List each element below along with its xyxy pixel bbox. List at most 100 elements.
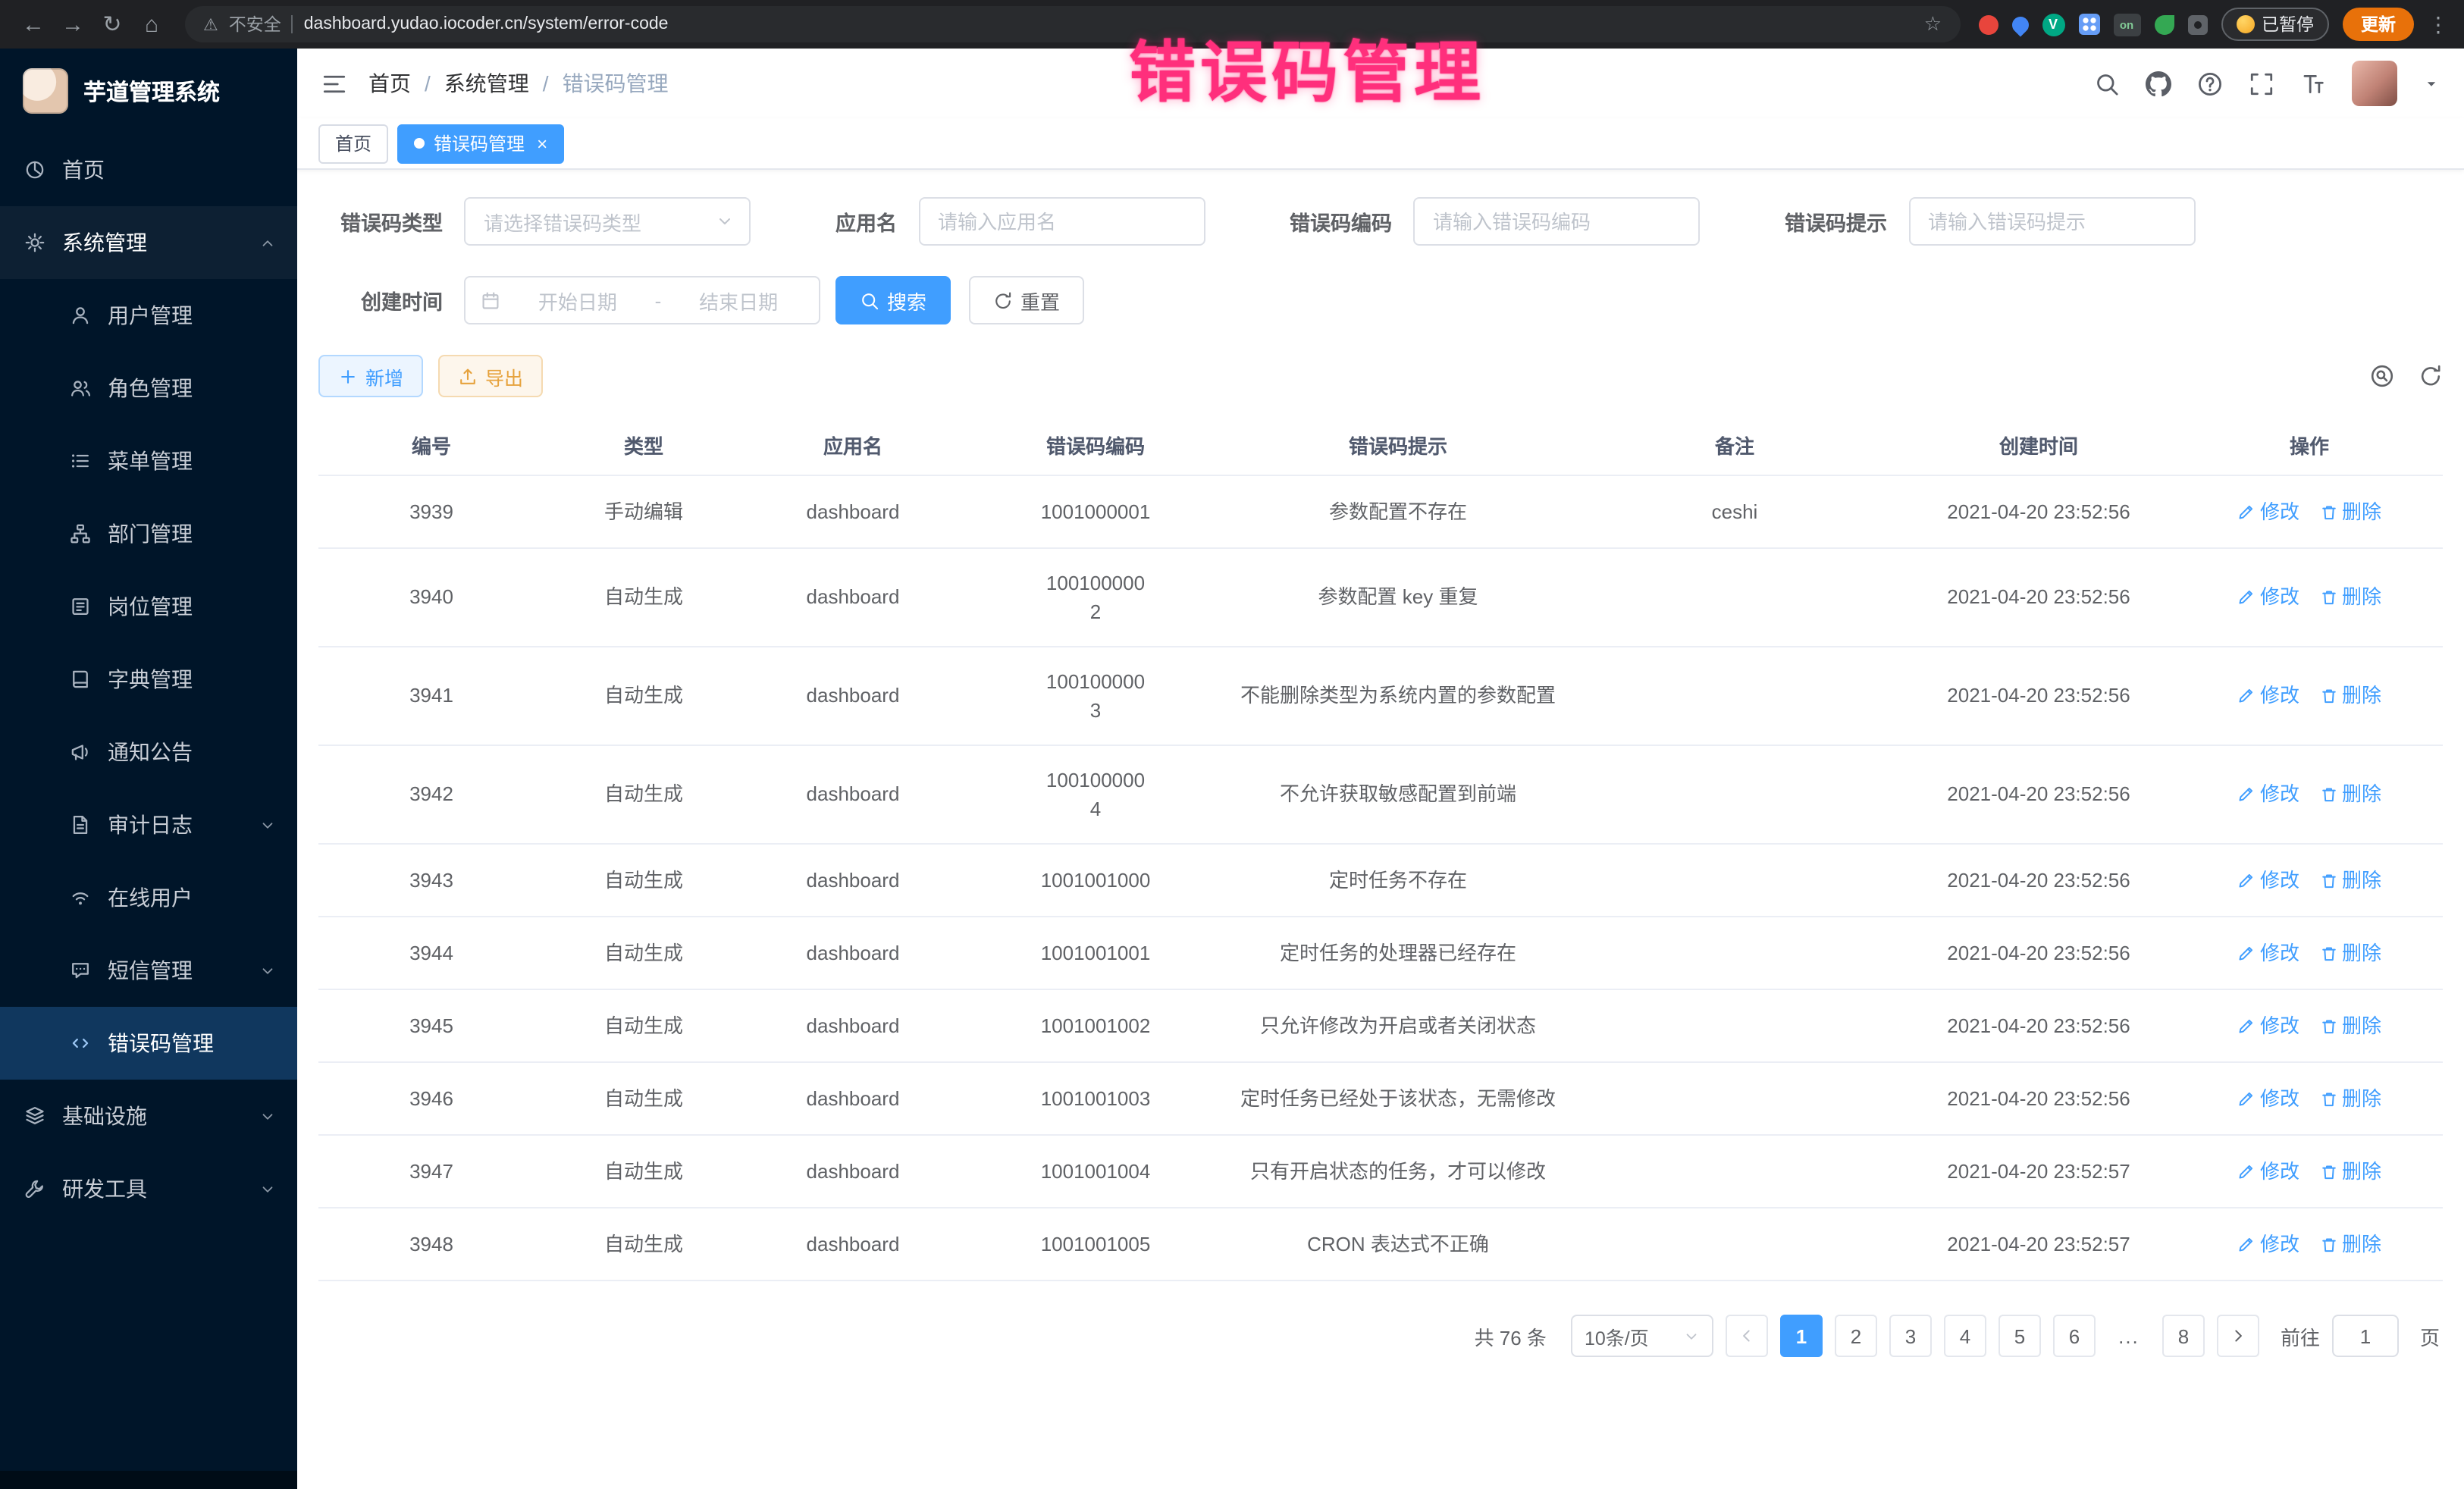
drop-extension-icon[interactable] [2008,12,2031,36]
page-button-3[interactable]: 3 [1889,1315,1932,1357]
bookmark-star-icon[interactable]: ☆ [1924,12,1942,36]
next-page-button[interactable] [2217,1315,2259,1357]
more-pages-button[interactable]: ... [2108,1315,2150,1357]
sidebar-item-4[interactable]: 菜单管理 [0,425,297,497]
edit-link[interactable]: 修改 [2237,1230,2299,1259]
sidebar-item-13[interactable]: 基础设施 [0,1080,297,1152]
logo[interactable]: 芋道管理系统 [0,49,297,133]
page-button-8[interactable]: 8 [2162,1315,2205,1357]
delete-link[interactable]: 删除 [2319,497,2381,527]
edit-link[interactable]: 修改 [2237,1084,2299,1114]
delete-link[interactable]: 删除 [2319,1084,2381,1114]
edit-link[interactable]: 修改 [2237,682,2299,711]
menu-fold-icon[interactable] [321,71,347,96]
sidebar-item-7[interactable]: 字典管理 [0,643,297,716]
browser-menu-icon[interactable]: ⋮ [2428,6,2449,42]
tab-0[interactable]: 首页 [318,124,388,163]
user-avatar[interactable] [2352,61,2397,106]
font-size-icon[interactable] [2300,71,2326,96]
leaf-extension-icon[interactable] [2154,14,2174,34]
sidebar-item-11[interactable]: 短信管理 [0,934,297,1007]
delete-link[interactable]: 删除 [2319,939,2381,968]
delete-link[interactable]: 删除 [2319,866,2381,895]
sidebar-collapse-bar[interactable] [0,1471,297,1489]
delete-link[interactable]: 删除 [2319,1157,2381,1186]
edit-link[interactable]: 修改 [2237,497,2299,527]
delete-link[interactable]: 删除 [2319,1011,2381,1041]
home-icon[interactable]: ⌂ [133,6,170,42]
filter-form: 错误码类型 请选择错误码类型 应用名 错误码编码 [318,197,2443,324]
sidebar-item-14[interactable]: 研发工具 [0,1152,297,1225]
sidebar-item-5[interactable]: 部门管理 [0,497,297,570]
browser-update-button[interactable]: 更新 [2343,8,2414,41]
avatar-caret-icon[interactable] [2423,75,2440,92]
page-button-1[interactable]: 1 [1780,1315,1823,1357]
add-button[interactable]: 新增 [318,355,423,397]
cell-type: 自动生成 [544,917,743,989]
prev-page-button[interactable] [1726,1315,1768,1357]
pinned-extension-icon[interactable] [2187,14,2207,34]
edit-link[interactable]: 修改 [2237,780,2299,810]
tab-close-icon[interactable]: × [537,133,547,154]
address-bar[interactable]: ⚠ 不安全 dashboard.yudao.iocoder.cn/system/… [185,6,1960,42]
page-button-5[interactable]: 5 [1998,1315,2041,1357]
error-hint-input[interactable] [1908,197,2195,246]
back-icon[interactable]: ← [15,6,52,42]
reset-button[interactable]: 重置 [969,276,1084,324]
refresh-table-icon[interactable] [2419,364,2443,388]
sidebar-item-label: 在线用户 [108,882,193,913]
delete-link[interactable]: 删除 [2319,583,2381,613]
start-date-placeholder: 开始日期 [513,286,643,315]
sidebar-item-1[interactable]: 系统管理 [0,206,297,279]
v-extension-icon[interactable]: V [2042,13,2064,36]
sidebar-item-10[interactable]: 在线用户 [0,861,297,934]
create-time-range-picker[interactable]: 开始日期 - 结束日期 [464,276,820,324]
cell-ops: 修改删除 [2176,845,2443,916]
page-button-6[interactable]: 6 [2053,1315,2096,1357]
export-button[interactable]: 导出 [438,355,543,397]
paused-badge[interactable]: 已暂停 [2221,8,2329,41]
delete-link[interactable]: 删除 [2319,682,2381,711]
github-icon[interactable] [2146,71,2171,96]
menu-list-icon [70,450,91,472]
app-name-input[interactable] [918,197,1205,246]
help-icon[interactable] [2197,71,2223,96]
sidebar-item-6[interactable]: 岗位管理 [0,570,297,643]
cell-app: dashboard [743,917,963,989]
edit-link[interactable]: 修改 [2237,866,2299,895]
sidebar-item-label: 角色管理 [108,373,193,403]
sidebar-item-0[interactable]: 首页 [0,133,297,206]
fullscreen-icon[interactable] [2249,71,2274,96]
delete-link[interactable]: 删除 [2319,780,2381,810]
page-size-select[interactable]: 10条/页 [1571,1315,1713,1357]
edit-link[interactable]: 修改 [2237,939,2299,968]
error-code-input[interactable] [1413,197,1700,246]
error-type-select[interactable]: 请选择错误码类型 [464,197,751,246]
sidebar-item-2[interactable]: 用户管理 [0,279,297,352]
edit-link[interactable]: 修改 [2237,1157,2299,1186]
error-code-group: 错误码编码 [1290,197,1700,246]
forward-icon[interactable]: → [55,6,91,42]
search-icon[interactable] [2094,71,2120,96]
breadcrumb-item[interactable]: 首页 [368,68,411,99]
sidebar-item-3[interactable]: 角色管理 [0,352,297,425]
cell-type: 自动生成 [544,845,743,916]
search-button[interactable]: 搜索 [835,276,951,324]
sidebar-item-8[interactable]: 通知公告 [0,716,297,788]
not-secure-label: 不安全 [229,12,281,36]
edit-link[interactable]: 修改 [2237,1011,2299,1041]
on-badge-extension-icon[interactable]: on [2113,13,2140,36]
toggle-search-icon[interactable] [2370,364,2394,388]
goto-page-input[interactable] [2332,1315,2399,1357]
delete-link[interactable]: 删除 [2319,1230,2381,1259]
sidebar-item-9[interactable]: 审计日志 [0,788,297,861]
edit-link[interactable]: 修改 [2237,583,2299,613]
breadcrumb-item[interactable]: 系统管理 [444,68,529,99]
page-button-2[interactable]: 2 [1835,1315,1877,1357]
grid-extension-icon[interactable] [2078,14,2099,35]
page-button-4[interactable]: 4 [1944,1315,1986,1357]
reload-icon[interactable]: ↻ [94,6,130,42]
sidebar-item-12[interactable]: 错误码管理 [0,1007,297,1080]
tab-1[interactable]: 错误码管理× [397,124,564,163]
record-extension-icon[interactable] [1978,14,1998,34]
